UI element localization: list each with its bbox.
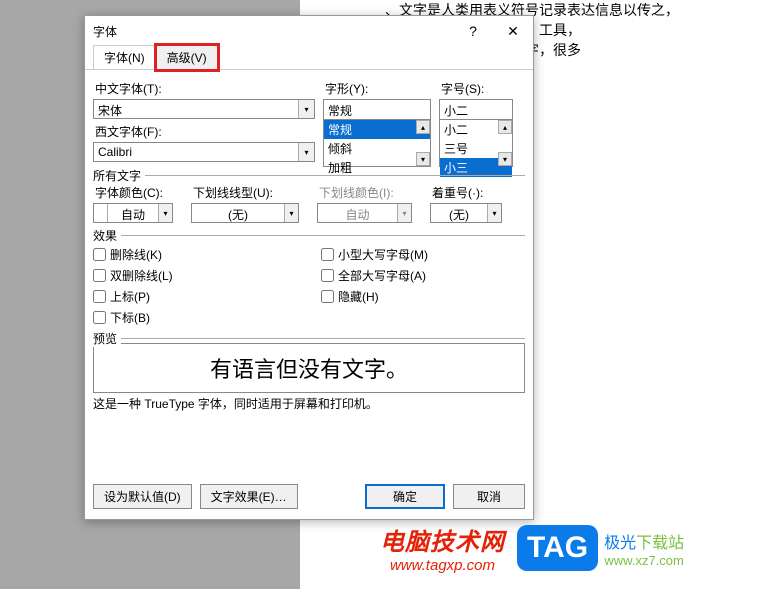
emphasis-combo[interactable]: (无) ▾	[430, 203, 502, 223]
font-size-input[interactable]: 小二	[439, 99, 513, 119]
group-label: 所有文字	[93, 167, 145, 184]
list-item[interactable]: 常规	[324, 120, 430, 139]
western-font-value: Calibri	[94, 143, 298, 161]
dialog-title: 字体	[93, 23, 453, 40]
close-button[interactable]: ✕	[493, 16, 533, 46]
font-size-list[interactable]: 小二 三号 小三 ▴ ▾	[439, 119, 513, 167]
tab-advanced[interactable]: 高级(V)	[156, 45, 218, 70]
font-color-combo[interactable]: 自动 ▾	[93, 203, 173, 223]
chevron-down-icon[interactable]: ▾	[298, 100, 314, 118]
scroll-up-icon[interactable]: ▴	[498, 120, 512, 134]
emphasis-value: (无)	[431, 204, 487, 222]
chevron-down-icon[interactable]: ▾	[487, 204, 501, 222]
label-emphasis: 着重号(·):	[430, 184, 502, 201]
font-color-value: 自动	[108, 204, 158, 222]
underline-color-value: 自动	[318, 204, 397, 222]
chk-label: 双删除线(L)	[110, 267, 173, 284]
checkbox-all-caps[interactable]: 全部大写字母(A)	[321, 267, 428, 284]
checkbox-small-caps[interactable]: 小型大写字母(M)	[321, 246, 428, 263]
page-watermark: 电脑技术网 www.tagxp.com TAG 极光下载站 www.xz7.co…	[380, 522, 684, 574]
western-font-combo[interactable]: Calibri ▾	[93, 142, 315, 162]
label-underline-style: 下划线线型(U):	[191, 184, 299, 201]
chk-label: 全部大写字母(A)	[338, 267, 426, 284]
group-label: 预览	[93, 330, 121, 347]
tab-font[interactable]: 字体(N)	[93, 45, 156, 70]
scroll-down-icon[interactable]: ▾	[416, 152, 430, 166]
chinese-font-value: 宋体	[94, 100, 298, 118]
preview-note: 这是一种 TrueType 字体，同时适用于屏幕和打印机。	[93, 395, 525, 412]
chk-label: 删除线(K)	[110, 246, 162, 263]
text-effects-button[interactable]: 文字效果(E)…	[200, 484, 298, 509]
group-effects: 效果	[93, 235, 525, 236]
help-button[interactable]: ?	[453, 16, 493, 46]
label-chinese-font: 中文字体(T):	[93, 80, 315, 97]
scroll-down-icon[interactable]: ▾	[498, 152, 512, 166]
font-dialog: 字体 ? ✕ 字体(N) 高级(V) 中文字体(T): 宋体 ▾ 西文字体(F)…	[84, 15, 534, 520]
chinese-font-combo[interactable]: 宋体 ▾	[93, 99, 315, 119]
underline-color-combo: 自动 ▾	[317, 203, 412, 223]
watermark-right-title: 极光下载站	[604, 529, 684, 553]
preview-text: 有语言但没有文字。	[210, 352, 408, 384]
chk-label: 上标(P)	[110, 288, 150, 305]
checkbox-superscript[interactable]: 上标(P)	[93, 288, 313, 305]
watermark-left: 电脑技术网 www.tagxp.com	[380, 522, 505, 574]
chevron-down-icon: ▾	[397, 204, 411, 222]
label-western-font: 西文字体(F):	[93, 123, 315, 140]
watermark-right: TAG 极光下载站 www.xz7.com	[517, 525, 684, 571]
font-style-list[interactable]: 常规 倾斜 加粗 ▴ ▾	[323, 119, 431, 167]
label-font-color: 字体颜色(C):	[93, 184, 173, 201]
chevron-down-icon[interactable]: ▾	[298, 143, 314, 161]
tab-bar: 字体(N) 高级(V)	[85, 46, 533, 70]
checkbox-subscript[interactable]: 下标(B)	[93, 309, 313, 326]
chk-label: 隐藏(H)	[338, 288, 379, 305]
underline-style-combo[interactable]: (无) ▾	[191, 203, 299, 223]
preview-box: 有语言但没有文字。	[93, 343, 525, 393]
checkbox-hidden[interactable]: 隐藏(H)	[321, 288, 428, 305]
checkbox-double-strike[interactable]: 双删除线(L)	[93, 267, 313, 284]
chk-label: 下标(B)	[110, 309, 150, 326]
label-font-size: 字号(S):	[439, 80, 513, 97]
chevron-down-icon[interactable]: ▾	[284, 204, 298, 222]
watermark-right-text: 极光下载站 www.xz7.com	[604, 529, 684, 568]
checkbox-strikethrough[interactable]: 删除线(K)	[93, 246, 313, 263]
dialog-button-row: 设为默认值(D) 文字效果(E)… 确定 取消	[93, 484, 525, 509]
tag-badge: TAG	[517, 525, 598, 571]
group-label: 效果	[93, 227, 121, 244]
ok-button[interactable]: 确定	[365, 484, 445, 509]
font-style-value: 常规	[324, 100, 430, 119]
watermark-right-url: www.xz7.com	[604, 553, 684, 568]
chk-label: 小型大写字母(M)	[338, 246, 428, 263]
watermark-url: www.tagxp.com	[380, 557, 505, 574]
chevron-down-icon[interactable]: ▾	[158, 204, 172, 222]
watermark-title: 电脑技术网	[380, 522, 505, 557]
label-underline-color: 下划线颜色(I):	[317, 184, 412, 201]
label-font-style: 字形(Y):	[323, 80, 431, 97]
group-preview: 预览	[93, 338, 525, 339]
group-all-text: 所有文字	[93, 175, 525, 176]
underline-style-value: (无)	[192, 204, 284, 222]
titlebar[interactable]: 字体 ? ✕	[85, 16, 533, 46]
list-item[interactable]: 倾斜	[324, 139, 430, 158]
cancel-button[interactable]: 取消	[453, 484, 525, 509]
font-size-value: 小二	[440, 100, 512, 119]
font-style-input[interactable]: 常规	[323, 99, 431, 119]
dialog-body: 中文字体(T): 宋体 ▾ 西文字体(F): Calibri ▾ 字形(Y): …	[85, 70, 533, 412]
scroll-up-icon[interactable]: ▴	[416, 120, 430, 134]
set-default-button[interactable]: 设为默认值(D)	[93, 484, 192, 509]
